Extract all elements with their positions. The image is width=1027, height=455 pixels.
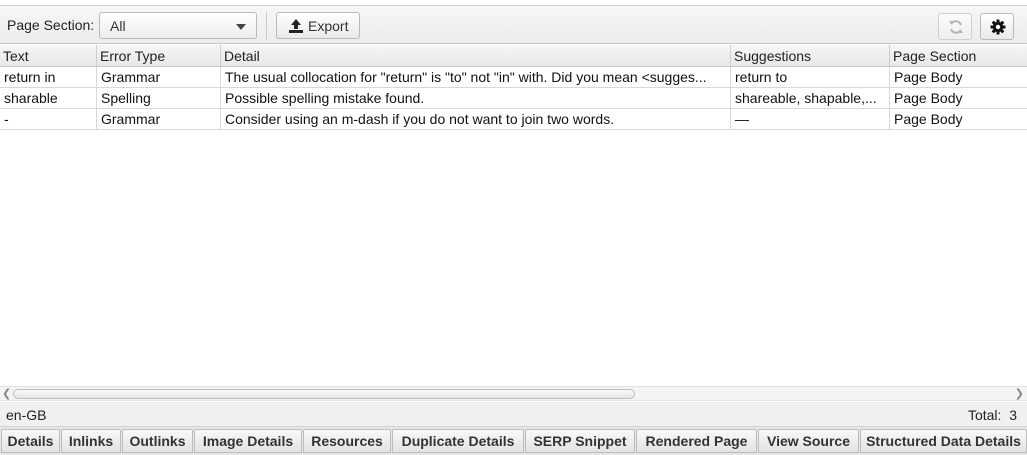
refresh-button[interactable] [938, 13, 972, 40]
tab-serp-snippet[interactable]: SERP Snippet [525, 429, 635, 453]
column-header-detail[interactable]: Detail [221, 45, 731, 67]
export-label: Export [308, 18, 349, 34]
table-row[interactable]: return in Grammar The usual collocation … [0, 67, 1027, 88]
tab-structured-data-details[interactable]: Structured Data Details [860, 429, 1027, 453]
cell-detail: Consider using an m-dash if you do not w… [221, 109, 731, 129]
language-indicator: en-GB [6, 407, 47, 423]
total-label: Total: [967, 407, 1002, 423]
cell-page-section: Page Body [894, 90, 963, 106]
issues-table: Text Error Type Detail Suggestions Page … [0, 45, 1027, 386]
status-bar: en-GB Total: 3 [0, 402, 1027, 427]
column-header-page-section[interactable]: Page Section [890, 45, 1027, 67]
export-button[interactable]: Export [276, 12, 360, 39]
cell-error-type: Grammar [97, 109, 221, 129]
table-row[interactable]: sharable Spelling Possible spelling mist… [0, 88, 1027, 109]
settings-button[interactable] [980, 13, 1014, 40]
scrollbar-thumb[interactable] [13, 389, 635, 399]
cell-detail: Possible spelling mistake found. [221, 88, 731, 108]
tab-rendered-page[interactable]: Rendered Page [636, 429, 757, 453]
tab-view-source[interactable]: View Source [758, 429, 859, 453]
cell-suggestions: shareable, shapable,... [731, 88, 890, 108]
scroll-left-icon[interactable]: ❮ [2, 387, 12, 401]
toolbar-divider [266, 12, 267, 39]
tab-outlinks[interactable]: Outlinks [122, 429, 193, 453]
scroll-right-icon[interactable]: ❯ [1014, 387, 1024, 401]
horizontal-scrollbar[interactable]: ❮ ❯ [0, 386, 1027, 401]
bottom-tab-bar: Details Inlinks Outlinks Image Details R… [0, 427, 1027, 455]
tab-inlinks[interactable]: Inlinks [61, 429, 121, 453]
cell-detail: The usual collocation for "return" is "t… [221, 67, 731, 87]
gear-icon [990, 19, 1006, 35]
total-count: Total: 3 [968, 407, 1017, 423]
refresh-icon [949, 20, 963, 34]
total-value: 3 [1009, 407, 1017, 423]
page-section-label: Page Section: [7, 17, 95, 33]
tab-details[interactable]: Details [1, 429, 60, 453]
cell-text: sharable [0, 88, 97, 108]
table-header: Text Error Type Detail Suggestions Page … [0, 45, 1027, 67]
cell-text: - [0, 109, 97, 129]
toolbar: Page Section: All Export [0, 6, 1027, 44]
cell-error-type: Grammar [97, 67, 221, 87]
chevron-down-icon [236, 24, 246, 30]
cell-text: return in [0, 67, 97, 87]
cell-page-section: Page Body [894, 111, 963, 127]
cell-error-type: Spelling [97, 88, 221, 108]
column-header-error-type[interactable]: Error Type [97, 45, 221, 67]
cell-suggestions: — [731, 109, 890, 129]
column-header-text[interactable]: Text [0, 45, 97, 67]
tab-resources[interactable]: Resources [303, 429, 391, 453]
tab-duplicate-details[interactable]: Duplicate Details [392, 429, 524, 453]
tab-image-details[interactable]: Image Details [194, 429, 302, 453]
column-header-suggestions[interactable]: Suggestions [731, 45, 890, 67]
page-section-select[interactable]: All [99, 12, 257, 39]
table-row[interactable]: - Grammar Consider using an m-dash if yo… [0, 109, 1027, 130]
cell-suggestions: return to [731, 67, 890, 87]
page-section-value: All [110, 18, 126, 34]
cell-page-section: Page Body [894, 69, 963, 85]
upload-icon [289, 19, 303, 33]
